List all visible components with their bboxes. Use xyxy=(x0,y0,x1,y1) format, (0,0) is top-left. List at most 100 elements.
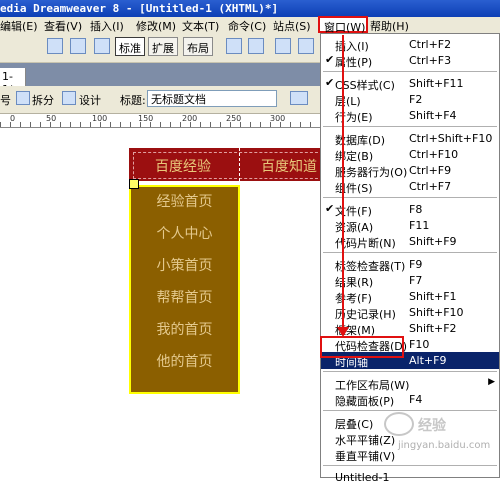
menu-modify[interactable]: 修改(M) xyxy=(136,18,176,34)
check-icon: ✔ xyxy=(325,76,335,89)
watermark-text: 经验 xyxy=(418,418,446,434)
window-menu-item-shortcut: F11 xyxy=(409,219,430,232)
code-view-button[interactable]: 号 xyxy=(0,92,11,108)
menu-separator xyxy=(323,410,497,411)
annotation-arrow-line xyxy=(342,35,344,335)
window-menu-item-shortcut: Ctrl+F2 xyxy=(409,38,452,51)
submenu-item[interactable]: 经验首页 xyxy=(131,191,238,211)
insert-col-icon[interactable] xyxy=(298,38,314,54)
window-menu-item[interactable]: 参考(F) Shift+F1 xyxy=(321,288,499,305)
window-menu-item-shortcut: F8 xyxy=(409,203,423,216)
title-bar: edia Dreamweaver 8 - [Untitled-1 (XHTML)… xyxy=(0,0,500,17)
window-menu-item-label: 属性(P) xyxy=(335,56,373,69)
window-menu-item-shortcut: Ctrl+F7 xyxy=(409,180,452,193)
window-menu-item[interactable]: 工作区布局(W) ▶ xyxy=(321,375,499,392)
window-menu-item[interactable]: ✔ 属性(P) Ctrl+F3 xyxy=(321,52,499,69)
menu-separator xyxy=(323,465,497,466)
check-icon: ✔ xyxy=(325,202,335,215)
window-menu-item[interactable]: 结果(R) F7 xyxy=(321,272,499,289)
window-menu-item-shortcut: Alt+F9 xyxy=(409,354,447,367)
layer-selection-handle[interactable] xyxy=(129,179,139,189)
submenu-item[interactable]: 个人中心 xyxy=(131,223,238,243)
menu-text[interactable]: 文本(T) xyxy=(182,18,219,34)
window-menu-item-shortcut: Ctrl+F3 xyxy=(409,54,452,67)
expanded-view-button[interactable]: 扩展 xyxy=(148,37,178,56)
annotation-arrow-head xyxy=(337,327,349,337)
window-menu-item-shortcut: Shift+F10 xyxy=(409,306,464,319)
insert-row-icon[interactable] xyxy=(275,38,291,54)
window-menu-item[interactable]: ✔ CSS样式(C) Shift+F11 xyxy=(321,75,499,92)
window-menu-item[interactable]: 资源(A) F11 xyxy=(321,217,499,234)
window-menu-item[interactable]: 组件(S) Ctrl+F7 xyxy=(321,178,499,195)
browser-check-icon[interactable] xyxy=(290,91,308,105)
menu-bar: 编辑(E) 查看(V) 插入(I) 修改(M) 文本(T) 命令(C) 站点(S… xyxy=(0,16,500,34)
split-view-button[interactable]: 拆分 xyxy=(32,92,54,108)
document-tab[interactable]: 1-1* xyxy=(0,68,26,96)
window-menu-item-shortcut: Shift+F4 xyxy=(409,109,457,122)
window-menu-item-shortcut: Ctrl+F9 xyxy=(409,164,452,177)
timeline-annotation-box xyxy=(320,336,404,358)
menu-separator xyxy=(323,126,497,127)
layout-view-button[interactable]: 布局 xyxy=(183,37,213,56)
menu-separator xyxy=(323,252,497,253)
design-view-button[interactable]: 设计 xyxy=(79,92,101,108)
table-icon[interactable] xyxy=(47,38,63,54)
check-icon: ✔ xyxy=(325,53,335,66)
window-menu-item[interactable]: 绑定(B) Ctrl+F10 xyxy=(321,146,499,163)
watermark: 经验 xyxy=(384,412,500,436)
menu-window[interactable]: 窗口(W) xyxy=(318,16,368,34)
nav-item-outline xyxy=(133,152,323,179)
window-menu-item-label: 行为(E) xyxy=(335,111,373,124)
window-title: edia Dreamweaver 8 - [Untitled-1 (XHTML)… xyxy=(0,2,279,15)
window-menu-item-shortcut: Shift+F1 xyxy=(409,290,457,303)
grid-icon[interactable] xyxy=(94,38,110,54)
window-menu-item-label: 代码片断(N) xyxy=(335,237,396,250)
menu-separator xyxy=(323,371,497,372)
window-menu-item[interactable]: 行为(E) Shift+F4 xyxy=(321,107,499,124)
menu-separator xyxy=(323,71,497,72)
window-menu-item[interactable]: 标签检查器(T) F9 xyxy=(321,256,499,273)
window-menu-item-shortcut: Ctrl+F10 xyxy=(409,148,459,161)
submenu-item[interactable]: 他的首页 xyxy=(131,351,238,371)
frame-icon[interactable] xyxy=(226,38,242,54)
submenu-item[interactable]: 帮帮首页 xyxy=(131,287,238,307)
menu-edit[interactable]: 编辑(E) xyxy=(0,18,38,34)
standard-view-button[interactable]: 标准 xyxy=(115,37,145,56)
window-menu-item-shortcut: Shift+F11 xyxy=(409,77,464,90)
title-label: 标题: xyxy=(120,94,146,107)
window-menu-item-shortcut: F7 xyxy=(409,274,423,287)
menu-view[interactable]: 查看(V) xyxy=(44,18,82,34)
baidu-paw-icon xyxy=(384,412,414,436)
menu-commands[interactable]: 命令(C) xyxy=(228,18,266,34)
submenu-item[interactable]: 我的首页 xyxy=(131,319,238,339)
window-menu-item-shortcut: F4 xyxy=(409,393,423,406)
window-menu-item-label: 隐藏面板(P) xyxy=(335,395,395,408)
window-menu-item[interactable]: 服务器行为(O) Ctrl+F9 xyxy=(321,162,499,179)
submenu-list[interactable]: 经验首页 个人中心 小策首页 帮帮首页 我的首页 他的首页 xyxy=(129,185,240,394)
window-menu-item-shortcut: Ctrl+Shift+F10 xyxy=(409,132,493,145)
menu-site[interactable]: 站点(S) xyxy=(273,18,311,34)
menu-insert[interactable]: 插入(I) xyxy=(90,18,124,34)
title-input[interactable] xyxy=(147,90,277,107)
window-menu-item[interactable]: 隐藏面板(P) F4 xyxy=(321,391,499,408)
nav-divider xyxy=(239,148,241,181)
frame2-icon[interactable] xyxy=(248,38,264,54)
submenu-item[interactable]: 小策首页 xyxy=(131,255,238,275)
window-menu-item-shortcut: Shift+F9 xyxy=(409,235,457,248)
window-menu-item[interactable]: 层(L) F2 xyxy=(321,91,499,108)
watermark-url: jingyan.baidu.com xyxy=(398,440,491,451)
window-menu-item[interactable]: 历史记录(H) Shift+F10 xyxy=(321,304,499,321)
layer-icon[interactable] xyxy=(70,38,86,54)
window-menu-item-shortcut: Shift+F2 xyxy=(409,322,457,335)
window-menu-item-shortcut: F2 xyxy=(409,93,423,106)
window-menu-item[interactable]: 代码片断(N) Shift+F9 xyxy=(321,233,499,250)
window-menu-item[interactable]: 数据库(D) Ctrl+Shift+F10 xyxy=(321,130,499,147)
window-menu-item-label: 垂直平铺(V) xyxy=(335,450,396,463)
window-menu-item[interactable]: 插入(I) Ctrl+F2 xyxy=(321,36,499,53)
split-icon xyxy=(16,91,30,105)
submenu-arrow-icon: ▶ xyxy=(488,377,495,387)
menu-help[interactable]: 帮助(H) xyxy=(370,18,409,34)
window-menu-item[interactable]: ✔ 文件(F) F8 xyxy=(321,201,499,218)
window-menu-item-label: 组件(S) xyxy=(335,182,373,195)
design-icon xyxy=(62,91,76,105)
